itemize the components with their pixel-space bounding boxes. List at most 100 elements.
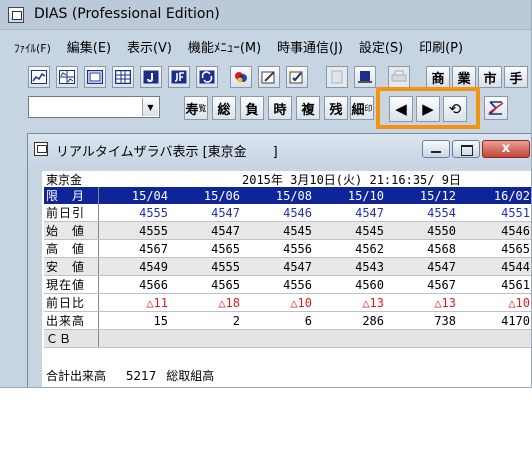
table-cell: △18 [170, 293, 242, 312]
table-row[interactable]: ＣＢ [44, 329, 531, 348]
gray-window-icon[interactable] [326, 66, 348, 88]
table-cell: 4560 [314, 275, 386, 294]
table-cell: 4566 [98, 275, 170, 294]
table-cell: 4547 [170, 221, 242, 240]
j-icon[interactable] [140, 66, 162, 88]
datetime: 2015年 3月10日(火) 21:16:35/ 9日 [242, 173, 461, 187]
row-label: 現在値 [44, 275, 99, 294]
table-cell: △10 [242, 293, 314, 312]
button-shi[interactable]: 市 [478, 66, 502, 88]
button-zan[interactable]: 残 [324, 96, 348, 120]
column-header[interactable]: 15/10 [314, 187, 386, 204]
sum-icon[interactable] [484, 96, 508, 120]
quote-grid: 東京金 2015年 3月10日(火) 21:16:35/ 9日 限 月 15/04… [42, 171, 531, 387]
button-gyo[interactable]: 業 [452, 66, 476, 88]
chevron-down-icon[interactable]: ▼ [142, 98, 158, 116]
menu-jiji[interactable]: 時事通信(J) [277, 37, 343, 56]
table-cell: 4567 [98, 239, 170, 258]
issue-combo[interactable]: ▼ [28, 96, 160, 118]
menu-function[interactable]: 機能ﾒﾆｭｰ(M) [188, 37, 261, 56]
table-cell: 4556 [242, 239, 314, 258]
title-bar[interactable]: DIAS (Professional Edition) [0, 0, 531, 30]
minimize-icon[interactable] [422, 140, 450, 158]
table-row[interactable]: 始 値 4555 4547 4545 4545 4550 4546 [44, 221, 531, 240]
table-cell [98, 329, 170, 348]
table-cell: 4547 [170, 204, 242, 222]
table-cell: 4544 [458, 257, 531, 276]
menu-bar: ﾌｧｲﾙ(F) 編集(E) 表示(V) 機能ﾒﾆｭｰ(M) 時事通信(J) 設定… [0, 37, 531, 59]
menu-edit[interactable]: 編集(E) [67, 37, 111, 56]
button-sho[interactable]: 商 [426, 66, 450, 88]
button-ji[interactable]: 時 [268, 96, 292, 120]
column-header[interactable]: 15/06 [170, 187, 242, 204]
table-cell: △11 [98, 293, 170, 312]
blank-area [0, 388, 532, 450]
close-icon[interactable]: x [482, 140, 530, 158]
jf-icon[interactable] [168, 66, 190, 88]
table-cell [242, 329, 314, 348]
multi-chart-icon[interactable] [56, 66, 78, 88]
table-cell: 2 [170, 311, 242, 330]
table-cell: 4554 [386, 204, 458, 222]
open-interest-label: 総取組高 [166, 369, 215, 383]
table-cell: 286 [314, 311, 386, 330]
blue-window-icon[interactable] [354, 66, 376, 88]
table-cell: 4568 [386, 239, 458, 258]
table-cell: 4555 [98, 221, 170, 240]
table-cell: 4546 [458, 221, 531, 240]
row-label: 出来高 [44, 311, 99, 330]
table-row[interactable]: 前日比 △11 △18 △10 △13 △13 △10 [44, 293, 531, 312]
table-cell: △10 [458, 293, 531, 312]
column-header[interactable]: 15/08 [242, 187, 314, 204]
refresh-icon[interactable] [196, 66, 218, 88]
row-label: 高 値 [44, 239, 99, 258]
print-icon[interactable] [388, 66, 410, 88]
color-icon[interactable] [230, 66, 252, 88]
table-cell [458, 329, 531, 348]
table-cell [170, 329, 242, 348]
menu-settings[interactable]: 設定(S) [359, 37, 403, 56]
button-sai[interactable]: 細印 [350, 96, 374, 120]
edit-icon[interactable] [258, 66, 280, 88]
column-header[interactable]: 15/04 [98, 187, 170, 204]
button-fuku[interactable]: 複 [296, 96, 320, 120]
maximize-icon[interactable] [452, 140, 480, 158]
child-title-bar[interactable]: リアルタイムザラバ表示 [東京金 ] x [28, 134, 531, 164]
info-row: 東京金 2015年 3月10日(火) 21:16:35/ 9日 [44, 171, 531, 187]
row-label: 前日比 [44, 293, 99, 312]
table-cell: 4549 [98, 257, 170, 276]
market-name: 東京金 [46, 173, 83, 187]
table-row[interactable]: 安 値 4549 4555 4547 4543 4547 4544 [44, 257, 531, 276]
row-label: ＣＢ [44, 329, 99, 348]
table-row[interactable]: 出来高 15 2 6 286 738 4170 [44, 311, 531, 330]
button-te[interactable]: 手 [504, 66, 528, 88]
table-cell: 4555 [170, 257, 242, 276]
column-header[interactable]: 15/12 [386, 187, 458, 204]
table-cell: △13 [314, 293, 386, 312]
menu-print[interactable]: 印刷(P) [419, 37, 463, 56]
table-icon[interactable] [112, 66, 134, 88]
table-cell [314, 329, 386, 348]
button-ju-sub: 覧 [198, 103, 207, 113]
table-cell: 4565 [458, 239, 531, 258]
button-ju[interactable]: 寿覧 [184, 96, 208, 120]
button-so[interactable]: 総 [212, 96, 236, 120]
table-row[interactable]: 前日引 4555 4547 4546 4547 4554 4551 [44, 204, 531, 222]
table-cell: △13 [386, 293, 458, 312]
menu-file[interactable]: ﾌｧｲﾙ(F) [14, 40, 51, 56]
table-cell: 4550 [386, 221, 458, 240]
table-row[interactable]: 高 値 4567 4565 4556 4562 4568 4565 [44, 239, 531, 258]
menu-view[interactable]: 表示(V) [127, 37, 172, 56]
column-header[interactable]: 16/02 [458, 187, 531, 204]
table-cell: 4565 [170, 275, 242, 294]
board-icon[interactable] [84, 66, 106, 88]
table-cell: 4547 [386, 257, 458, 276]
table-cell: 4555 [98, 204, 170, 222]
memo-icon[interactable] [286, 66, 308, 88]
table-cell: 4562 [314, 239, 386, 258]
table-row[interactable]: 現在値 4566 4565 4556 4560 4567 4561 [44, 275, 531, 294]
button-fu[interactable]: 負 [240, 96, 264, 120]
table-cell: 738 [386, 311, 458, 330]
chart-icon[interactable] [28, 66, 50, 88]
child-title: リアルタイムザラバ表示 [東京金 ] [56, 145, 278, 160]
